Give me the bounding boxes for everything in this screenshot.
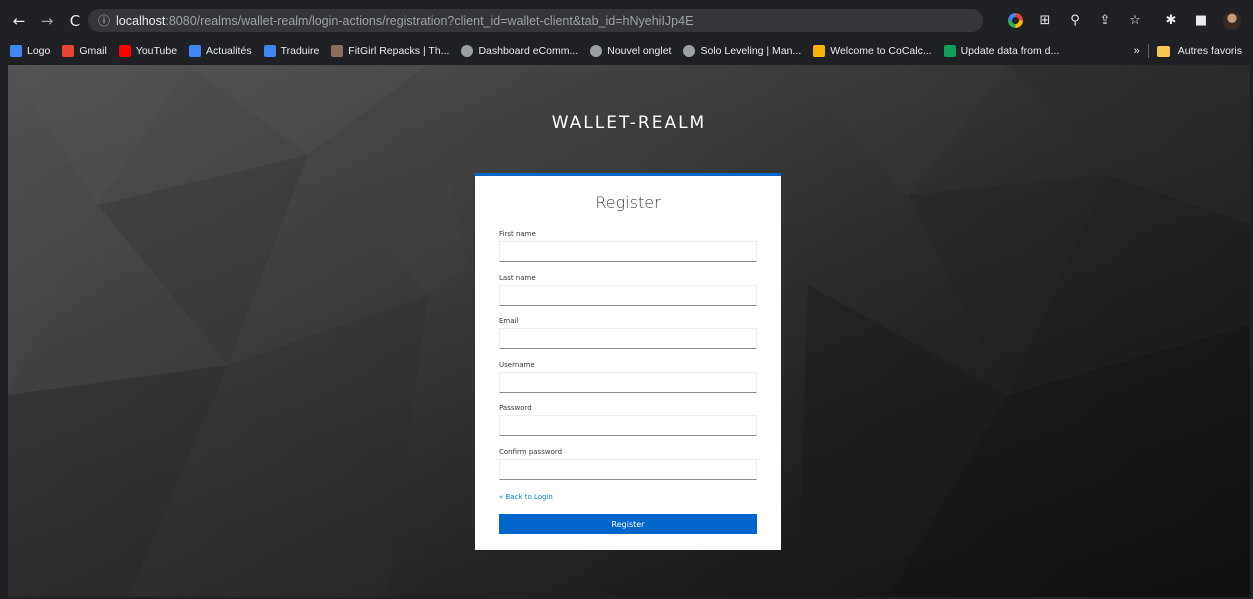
url-path: :8080/realms/wallet-realm/login-actions/… <box>165 13 694 28</box>
email-group: Email <box>499 317 757 349</box>
bookmark-item[interactable]: Update data from d... <box>943 45 1060 57</box>
form-title: Register <box>595 193 661 212</box>
bookmark-item[interactable]: Solo Leveling | Man... <box>683 45 801 57</box>
toolbar-actions: ⊞ ⚲ ⇪ ☆ ✱ ■ ⋮ <box>1008 9 1253 32</box>
gmail-icon <box>62 45 75 57</box>
bookmark-label: Actualités <box>206 45 252 57</box>
browser-window: ← → C ⓘ localhost :8080/realms/wallet-re… <box>0 0 1253 599</box>
other-bookmarks[interactable]: Autres favoris <box>1178 45 1242 57</box>
last-name-label: Last name <box>499 274 536 282</box>
extensions-icon[interactable]: ✱ <box>1163 13 1179 28</box>
more-bookmarks-button[interactable]: » <box>1134 45 1140 57</box>
bookmark-label: Solo Leveling | Man... <box>700 45 802 57</box>
last-name-group: Last name <box>499 274 757 306</box>
address-bar[interactable]: ⓘ localhost :8080/realms/wallet-realm/lo… <box>88 9 983 32</box>
reload-icon[interactable]: C <box>64 10 86 32</box>
bookmark-label: Traduire <box>280 45 320 57</box>
register-button[interactable]: Register <box>499 514 757 534</box>
bookmark-item[interactable]: Dashboard eComm... <box>461 45 578 57</box>
bookmark-label: FitGirl Repacks | Th... <box>348 45 450 57</box>
side-panel-icon[interactable]: ■ <box>1193 13 1209 28</box>
username-group: Username <box>499 361 757 393</box>
bookmark-item[interactable]: Logo <box>10 45 50 57</box>
bookmark-star-icon[interactable]: ☆ <box>1127 13 1143 28</box>
last-name-input[interactable] <box>499 285 757 306</box>
bookmark-item[interactable]: Traduire <box>263 45 320 57</box>
bookmarks-bar: Logo Gmail YouTube Actualités Traduire FitGir… <box>10 41 1248 61</box>
bookmark-item[interactable]: Welcome to CoCalc... <box>813 45 932 57</box>
bookmark-item[interactable]: YouTube <box>118 45 178 57</box>
globe-icon <box>590 45 603 57</box>
globe-icon <box>461 45 474 57</box>
username-label: Username <box>499 361 535 369</box>
globe-icon <box>683 45 696 57</box>
bookmark-label: Gmail <box>79 45 107 57</box>
translate-icon[interactable]: ⊞ <box>1037 13 1053 28</box>
bookmark-item[interactable]: Gmail <box>62 45 107 57</box>
bookmark-item[interactable]: Nouvel onglet <box>590 45 671 57</box>
url-host: localhost <box>116 13 166 28</box>
first-name-label: First name <box>499 230 536 238</box>
sheets-icon <box>943 45 956 57</box>
bookmark-label: Nouvel onglet <box>607 45 672 57</box>
google-icon[interactable] <box>1008 13 1023 28</box>
translate-icon <box>263 45 276 57</box>
bookmark-label: Update data from d... <box>960 45 1060 57</box>
cocalc-icon <box>813 45 826 57</box>
confirm-password-label: Confirm password <box>499 448 563 456</box>
password-group: Password <box>499 404 757 436</box>
zoom-icon[interactable]: ⚲ <box>1067 13 1083 28</box>
bookmark-item[interactable]: FitGirl Repacks | Th... <box>331 45 449 57</box>
confirm-password-group: Confirm password <box>499 448 757 480</box>
bookmark-label: Logo <box>27 45 51 57</box>
password-input[interactable] <box>499 415 757 436</box>
browser-toolbar: ← → C ⓘ localhost :8080/realms/wallet-re… <box>8 9 1248 33</box>
password-label: Password <box>499 404 532 412</box>
confirm-password-input[interactable] <box>499 459 757 480</box>
register-card: Register First name Last name Email User… <box>475 173 781 550</box>
share-icon[interactable]: ⇪ <box>1097 13 1113 28</box>
back-to-login-link[interactable]: « Back to Login <box>499 493 553 501</box>
apps-icon <box>10 45 22 57</box>
bookmark-label: YouTube <box>135 45 178 57</box>
bookmark-label: Dashboard eComm... <box>478 45 579 57</box>
realm-title: WALLET-REALM <box>551 113 707 133</box>
fitgirl-icon <box>331 45 344 57</box>
username-input[interactable] <box>499 372 757 393</box>
forward-arrow-icon[interactable]: → <box>36 10 58 32</box>
email-input[interactable] <box>499 328 757 349</box>
bookmark-item[interactable]: Actualités <box>189 45 252 57</box>
folder-icon <box>1156 45 1170 57</box>
page-content: WALLET-REALM Register First name Last na… <box>8 65 1250 597</box>
profile-avatar[interactable] <box>1223 11 1241 30</box>
bookmarks-right: » Autres favoris <box>1134 41 1242 61</box>
news-icon <box>189 45 202 57</box>
info-icon[interactable]: ⓘ <box>98 12 110 29</box>
bookmark-label: Welcome to CoCalc... <box>830 45 932 57</box>
youtube-icon <box>118 45 131 57</box>
first-name-input[interactable] <box>499 241 757 262</box>
first-name-group: First name <box>499 230 757 262</box>
divider <box>1147 44 1149 58</box>
email-label: Email <box>499 317 519 325</box>
back-arrow-icon[interactable]: ← <box>8 10 30 32</box>
